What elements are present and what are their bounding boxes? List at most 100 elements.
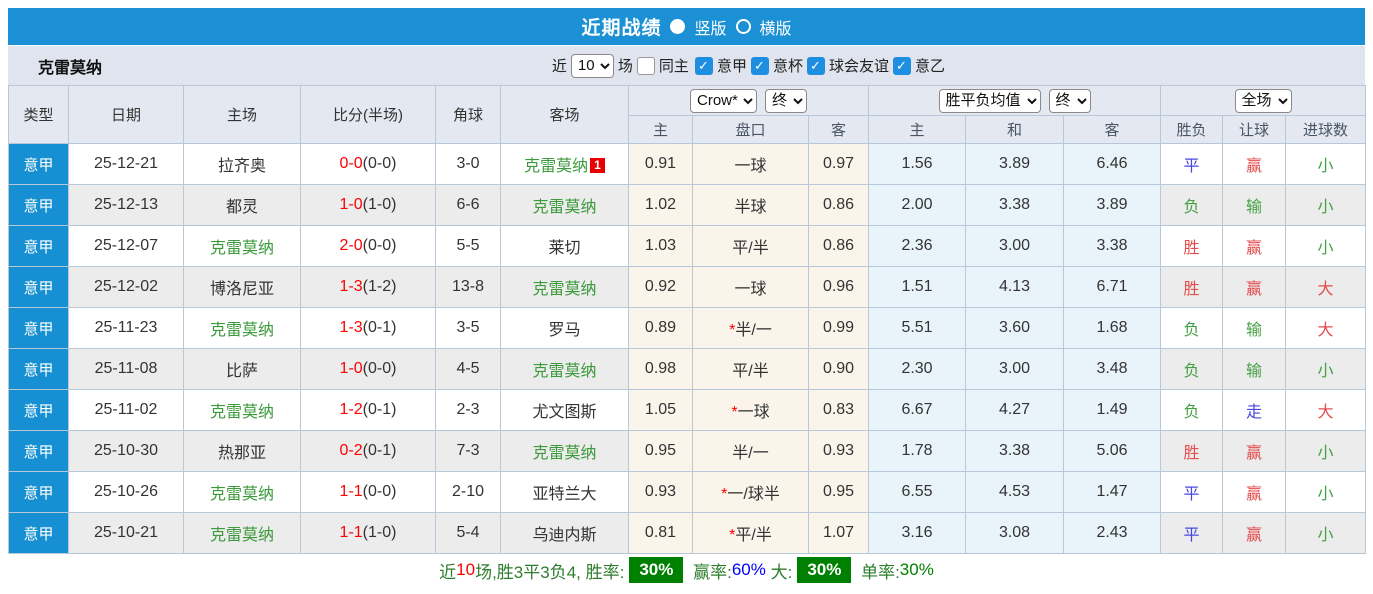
horizontal-layout-label[interactable]: 横版 xyxy=(760,15,792,39)
league-checkbox-serie-b[interactable] xyxy=(892,56,911,75)
corner-cell: 7-3 xyxy=(435,430,501,472)
handicap-result: 赢 xyxy=(1246,527,1263,544)
scope-select[interactable]: 全场 xyxy=(1234,88,1292,113)
league-checkbox-club-friendly[interactable] xyxy=(806,56,825,75)
handicap-cell: *半/一 xyxy=(692,307,809,349)
league-label: 意甲 xyxy=(23,443,54,461)
ah-time-select[interactable]: 终 xyxy=(765,88,807,113)
handicap-cell: 一球 xyxy=(692,266,809,308)
ah-home-odds: 1.05 xyxy=(644,401,677,418)
ah-away-odds-cell: 1.07 xyxy=(807,512,870,554)
match-date: 25-12-21 xyxy=(93,155,159,172)
match-date: 25-12-13 xyxy=(93,196,159,213)
odds-draw-cell: 3.38 xyxy=(965,430,1065,472)
odds-home-cell: 1.56 xyxy=(868,143,967,185)
handicap-result: 走 xyxy=(1246,404,1263,421)
odds-type-select[interactable]: 胜平负均值 xyxy=(938,88,1041,113)
odds-draw-cell: 3.00 xyxy=(965,348,1065,390)
result-cell: 负 xyxy=(1160,348,1224,390)
horizontal-layout-radio[interactable] xyxy=(735,19,751,34)
half-time-score: (0-0) xyxy=(362,237,397,254)
away-team-cell: 莱切 xyxy=(500,225,629,267)
ah-home-odds-cell: 0.98 xyxy=(628,348,693,390)
home-team-cell: 比萨 xyxy=(183,348,301,390)
league-label-coppa-italia[interactable]: 意杯 xyxy=(773,55,803,76)
date-cell: 25-11-23 xyxy=(68,307,184,349)
ah-home-odds-cell: 1.05 xyxy=(628,389,693,431)
match-result: 负 xyxy=(1183,322,1200,339)
corner-cell: 5-4 xyxy=(435,512,501,554)
date-cell: 25-10-30 xyxy=(68,430,184,472)
league-label: 意甲 xyxy=(23,402,54,420)
away-team-name: 莱切 xyxy=(548,240,581,257)
away-win-odds: 6.46 xyxy=(1096,155,1128,172)
league-label-club-friendly[interactable]: 球会友谊 xyxy=(829,55,889,76)
league-checkbox-serie-a[interactable] xyxy=(694,56,713,75)
result-cell: 胜 xyxy=(1160,266,1224,308)
vertical-layout-label[interactable]: 竖版 xyxy=(694,15,726,39)
col-header-score: 比分(半场) xyxy=(300,85,436,144)
same-home-checkbox[interactable] xyxy=(636,56,655,75)
odds-away-cell: 1.68 xyxy=(1063,307,1162,349)
same-home-label[interactable]: 同主 xyxy=(659,55,689,76)
ah-away-odds: 1.07 xyxy=(822,524,855,541)
league-label-serie-a[interactable]: 意甲 xyxy=(717,55,747,76)
league-cell: 意甲 xyxy=(8,512,69,554)
draw-odds: 4.27 xyxy=(998,401,1031,418)
goals-result: 小 xyxy=(1317,445,1334,462)
handicap-cell: 一球 xyxy=(692,143,809,185)
table-row: 意甲 25-12-07 克雷莫纳 2-0(0-0) 5-5 莱切 1.03 平/半 0.86 2.… xyxy=(8,225,1367,267)
away-team-name: 克雷莫纳 xyxy=(532,199,597,216)
ah-away-odds: 0.90 xyxy=(822,360,855,377)
footer-record-text: 场,胜3平3负4, 胜率: xyxy=(475,562,625,582)
vertical-layout-radio[interactable] xyxy=(670,19,686,34)
results-tbody: 意甲 25-12-21 拉齐奥 0-0(0-0) 3-0 克雷莫纳 1 0.91 一球 0.97 1… xyxy=(8,143,1367,554)
result-cell: 负 xyxy=(1160,389,1224,431)
ah-home-odds: 1.03 xyxy=(644,237,677,254)
away-win-odds: 2.43 xyxy=(1096,524,1128,541)
header-group-row: 类型 日期 主场 比分(半场) 角球 客场 Crow* 终 胜平负均值 终 全场 xyxy=(8,85,1367,144)
away-team-cell: 乌迪内斯 xyxy=(500,512,629,554)
near-count-select[interactable]: 10 xyxy=(570,53,614,78)
full-time-score: 1-3 xyxy=(339,319,363,336)
half-time-score: (0-1) xyxy=(362,442,397,459)
score-cell: 1-2(0-1) xyxy=(300,389,436,431)
handicap-result-cell: 走 xyxy=(1222,389,1287,431)
handicap-name: 一球 xyxy=(737,404,770,421)
away-win-odds: 3.89 xyxy=(1096,196,1128,213)
handicap-name: 一球 xyxy=(734,158,767,175)
odds-home-cell: 2.30 xyxy=(868,348,967,390)
ah-company-select[interactable]: Crow* xyxy=(690,88,757,113)
handicap-result: 赢 xyxy=(1246,158,1263,175)
result-cell: 负 xyxy=(1160,307,1224,349)
panel-title: 近期战绩 xyxy=(581,18,662,39)
full-time-score: 1-3 xyxy=(339,278,363,295)
col-header-home: 主场 xyxy=(183,85,301,144)
league-label: 意甲 xyxy=(23,361,54,379)
match-result: 负 xyxy=(1183,363,1200,380)
handicap-cell: *一/球半 xyxy=(692,471,809,513)
col-header-ah-away: 客 xyxy=(807,115,870,144)
odds-away-cell: 3.38 xyxy=(1063,225,1162,267)
home-team-cell: 博洛尼亚 xyxy=(183,266,301,308)
col-header-goals: 进球数 xyxy=(1285,115,1367,144)
full-time-score: 1-0 xyxy=(339,196,363,213)
odds-away-cell: 3.48 xyxy=(1063,348,1162,390)
ah-away-odds-cell: 0.95 xyxy=(807,471,870,513)
games-label: 场 xyxy=(617,58,633,75)
date-cell: 25-11-02 xyxy=(68,389,184,431)
ah-away-odds: 0.97 xyxy=(822,155,855,172)
goals-result: 大 xyxy=(1317,404,1334,421)
league-label-serie-b[interactable]: 意乙 xyxy=(915,55,945,76)
handicap-cell: *一球 xyxy=(692,389,809,431)
odds-away-cell: 3.89 xyxy=(1063,184,1162,226)
full-time-score: 0-0 xyxy=(339,155,363,172)
league-checkbox-coppa-italia[interactable] xyxy=(750,56,769,75)
corner-count: 3-5 xyxy=(456,319,480,336)
match-result: 平 xyxy=(1183,158,1200,175)
ah-home-odds-cell: 0.89 xyxy=(628,307,693,349)
odds-time-select[interactable]: 终 xyxy=(1048,88,1091,113)
handicap-result-cell: 赢 xyxy=(1222,471,1287,513)
corner-count: 6-6 xyxy=(456,196,480,213)
table-row: 意甲 25-10-21 克雷莫纳 1-1(1-0) 5-4 乌迪内斯 0.81 *平/半 1.0… xyxy=(8,512,1367,554)
